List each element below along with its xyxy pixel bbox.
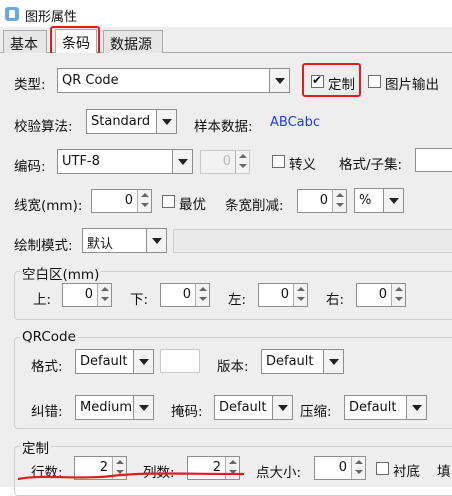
draw-mode-extra-field [173, 229, 452, 253]
chevron-down-icon[interactable] [133, 350, 153, 373]
bar-reduce-unit-value: % [359, 193, 372, 208]
quiet-zone-title: 空白区(mm) [20, 263, 102, 283]
format-subset-field[interactable] [415, 148, 452, 172]
qr-version-select[interactable]: Default [261, 349, 344, 374]
window-title: 图形属性 [25, 10, 78, 25]
sample-data-label: 样本数据: [194, 119, 253, 135]
encoding-value: UTF-8 [62, 154, 100, 169]
image-output-checkbox[interactable] [368, 75, 381, 88]
dot-size-value: 0 [338, 460, 347, 475]
qr-version-label: 版本: [217, 359, 249, 375]
qr-mask-select[interactable]: Default [214, 395, 293, 420]
quiet-right-label: 右: [326, 292, 345, 308]
encoding-number-value: 0 [222, 154, 231, 169]
tab-datasource[interactable]: 数据源 [103, 30, 163, 53]
qr-compress-select[interactable]: Default [344, 395, 427, 420]
quiet-top-value: 0 [84, 287, 93, 302]
format-subset-label: 格式/子集: [339, 157, 403, 173]
quiet-bottom-value: 0 [182, 287, 191, 302]
spinner-arrows-icon [235, 151, 249, 173]
tab-basic[interactable]: 基本 [3, 30, 47, 53]
dot-size-label: 点大小: [256, 465, 302, 481]
quiet-left-label: 左: [228, 292, 247, 308]
spinner-arrows-icon[interactable] [195, 284, 209, 306]
qr-version-value: Default [266, 354, 314, 369]
custom-checkbox[interactable] [311, 73, 324, 88]
qr-ecc-value: Medium [80, 400, 132, 415]
quiet-top-label: 上: [33, 292, 52, 308]
quiet-left-spinner[interactable]: 0 [258, 283, 308, 307]
qr-ecc-select[interactable]: Medium [75, 395, 154, 420]
type-value: QR Code [62, 73, 119, 88]
quiet-right-spinner[interactable]: 0 [356, 283, 406, 307]
escape-label: 转义 [289, 157, 316, 173]
encoding-label: 编码: [14, 159, 46, 175]
spinner-arrows-icon[interactable] [97, 284, 111, 306]
background-checkbox[interactable] [376, 462, 389, 475]
line-width-label: 线宽(mm): [14, 198, 83, 214]
custom-label: 定制 [328, 77, 355, 93]
chevron-down-icon[interactable] [272, 396, 292, 419]
quiet-right-value: 0 [378, 287, 387, 302]
optimal-checkbox[interactable] [162, 195, 175, 208]
image-output-label: 图片输出 [385, 77, 439, 93]
title-bar: 图形属性 [0, 0, 452, 27]
bar-reduce-value: 0 [319, 193, 328, 208]
escape-checkbox[interactable] [272, 155, 285, 168]
qr-compress-value: Default [349, 400, 397, 415]
quiet-left-value: 0 [280, 287, 289, 302]
check-algo-select[interactable]: Standard [86, 109, 177, 134]
draw-mode-label: 绘制模式: [14, 238, 73, 254]
qr-format-label: 格式: [31, 359, 63, 375]
quiet-bottom-spinner[interactable]: 0 [160, 283, 210, 307]
type-select[interactable]: QR Code [57, 68, 290, 93]
chevron-down-icon[interactable] [269, 69, 289, 92]
qrcode-title: QRCode [20, 329, 78, 345]
quiet-top-spinner[interactable]: 0 [62, 283, 112, 307]
quiet-bottom-label: 下: [130, 292, 149, 308]
qr-format-value: Default [80, 354, 128, 369]
chevron-down-icon[interactable] [172, 150, 192, 173]
spinner-arrows-icon[interactable] [137, 190, 151, 212]
custom-title: 定制 [20, 437, 51, 457]
qr-mask-label: 掩码: [171, 404, 203, 420]
red-underline-annotation [17, 472, 245, 481]
spinner-arrows-icon[interactable] [351, 457, 365, 479]
line-width-value: 0 [124, 193, 133, 208]
bar-reduce-spinner[interactable]: 0 [297, 189, 347, 213]
chevron-down-icon[interactable] [383, 189, 403, 212]
check-algo-label: 校验算法: [14, 119, 73, 135]
qr-compress-label: 压缩: [300, 404, 332, 420]
bar-reduce-unit-select[interactable]: % [354, 188, 404, 213]
chevron-down-icon[interactable] [406, 396, 426, 419]
spinner-arrows-icon[interactable] [293, 284, 307, 306]
encoding-select[interactable]: UTF-8 [57, 149, 193, 174]
barcode-tab-highlight [50, 26, 100, 55]
background-label: 衬底 [393, 464, 420, 480]
app-icon [5, 7, 19, 21]
dot-size-spinner[interactable]: 0 [314, 456, 366, 480]
type-label: 类型: [14, 77, 46, 93]
draw-mode-value: 默认 [87, 237, 114, 252]
spinner-arrows-icon[interactable] [332, 190, 346, 212]
optimal-label: 最优 [179, 197, 206, 213]
chevron-down-icon[interactable] [323, 350, 343, 373]
qr-format-select[interactable]: Default [75, 349, 154, 374]
draw-mode-select[interactable]: 默认 [82, 228, 167, 253]
check-algo-value: Standard [91, 114, 151, 129]
qr-mask-value: Default [219, 400, 267, 415]
sample-data-field: ABCabc [265, 110, 450, 134]
chevron-down-icon[interactable] [133, 396, 153, 419]
qr-color-swatch[interactable] [160, 349, 200, 373]
qr-ecc-label: 纠错: [31, 404, 63, 420]
spinner-arrows-icon[interactable] [391, 284, 405, 306]
chevron-down-icon[interactable] [146, 229, 166, 252]
line-width-spinner[interactable]: 0 [91, 189, 152, 213]
bar-reduce-label: 条宽削减: [225, 198, 284, 214]
fill-label: 填 [437, 464, 451, 480]
chevron-down-icon[interactable] [156, 110, 176, 133]
encoding-number-spinner: 0 [200, 150, 250, 174]
sample-data-value: ABCabc [270, 115, 321, 130]
